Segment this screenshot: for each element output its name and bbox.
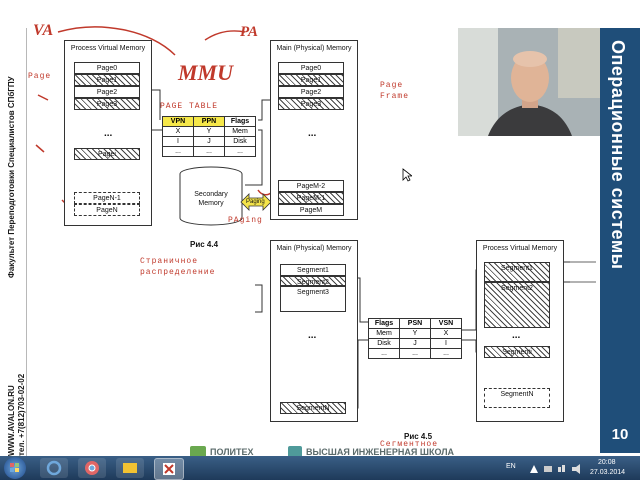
mouse-cursor-icon [402, 168, 412, 182]
main-page-1: Page1 [278, 74, 344, 86]
pvm-page-i: Pagei [74, 148, 140, 160]
st-cell: ... [368, 348, 400, 359]
paging-arrow-label: Paging [246, 199, 265, 205]
taskbar-explorer-button[interactable] [116, 458, 144, 478]
lecturer-video-icon [458, 28, 600, 136]
pt-cell: J [193, 136, 225, 147]
seg-pvm-ellipsis: ... [512, 330, 521, 341]
pt-cell: ... [162, 146, 194, 157]
page-table-label: PAGE TABLE [160, 102, 219, 111]
pt-cell: Disk [224, 136, 256, 147]
taskbar-ie-button[interactable] [40, 458, 68, 478]
st-cell: Mem [368, 328, 400, 339]
clock-date[interactable]: 27.03.2014 [590, 469, 625, 476]
main-page-m-2: PageM-2 [278, 180, 344, 192]
folder-icon [123, 463, 137, 473]
seg-pvm-title: Process Virtual Memory [482, 245, 558, 252]
segment-annotation: Сегментное [380, 440, 439, 449]
st-cell: ... [399, 348, 431, 359]
tray-icons [530, 464, 580, 474]
secondary-memory-label: Secondary Memory [194, 191, 228, 207]
page-table: VPN PPN Flags X Y Mem I J Disk ... ... .… [162, 116, 256, 157]
pt-cell: ... [224, 146, 256, 157]
seg-pvm-segment-n: SegmentN [484, 388, 550, 408]
st-cell: J [399, 338, 431, 349]
seg-main-segment-3: Segment3 [280, 286, 346, 312]
taskbar-chrome-button[interactable] [78, 458, 106, 478]
pt-header-flags: Flags [224, 116, 256, 127]
pvm-page-1: Page1 [74, 74, 140, 86]
st-cell: Y [399, 328, 431, 339]
segment-table: Flags PSN VSN Mem Y X Disk J I ... ... .… [368, 318, 462, 359]
internet-explorer-icon [46, 460, 62, 476]
main-page-m: PageM [278, 204, 344, 216]
taskbar-app-button[interactable] [154, 458, 184, 480]
pvm-page-0: Page0 [74, 62, 140, 74]
pvm-page-n: PageN [74, 204, 140, 216]
figure-4-4-caption: Рис 4.4 [190, 240, 219, 249]
st-header-vsn: VSN [430, 318, 462, 329]
language-indicator[interactable]: EN [506, 463, 516, 470]
seg-main-segment-2: Segment2 [280, 276, 346, 286]
pvm-page-n-1: PageN-1 [74, 192, 140, 204]
main-page-3: Page3 [278, 98, 344, 110]
seg-main-segment-1: Segment1 [280, 264, 346, 276]
seg-pvm-segment-2: Segment2 [484, 282, 550, 328]
windows-taskbar: EN 20:08 27.03.2014 [0, 456, 640, 480]
page-annotation: Page [28, 72, 52, 81]
pt-cell: Mem [224, 126, 256, 137]
seg-main-title: Main (Physical) Memory [276, 245, 352, 252]
pt-cell: ... [193, 146, 225, 157]
webcam-video [458, 28, 600, 136]
seg-pvm-segment-1: Segment1 [484, 262, 550, 282]
pt-header-vpn: VPN [162, 116, 194, 127]
main-page-2: Page2 [278, 86, 344, 98]
main-title: Main (Physical) Memory [276, 45, 352, 52]
pvm-page-2: Page2 [74, 86, 140, 98]
pt-header-ppn: PPN [193, 116, 225, 127]
pvm-ellipsis: ... [104, 128, 113, 139]
pt-cell: Y [193, 126, 225, 137]
page-frame-annotation: Page Frame [380, 81, 410, 101]
main-page-0: Page0 [278, 62, 344, 74]
windows-logo-icon [10, 463, 19, 472]
main-ellipsis: ... [308, 128, 317, 139]
pvm-title: Process Virtual Memory [70, 45, 146, 52]
clock-time[interactable]: 20:08 [598, 459, 616, 466]
main-page-m-1: PageM-1 [278, 192, 344, 204]
app-icon [163, 463, 175, 475]
paged-distribution-annotation: Страничное распределение [140, 257, 216, 277]
seg-pvm-segment-i: Segmenti [484, 346, 550, 358]
seg-main-segment-n: SegmentN [280, 402, 346, 414]
st-header-flags: Flags [368, 318, 400, 329]
chrome-icon [85, 461, 99, 475]
pvm-page-3: Page3 [74, 98, 140, 110]
system-tray-icons[interactable] [528, 462, 588, 474]
st-cell: I [430, 338, 462, 349]
st-cell: X [430, 328, 462, 339]
pt-cell: I [162, 136, 194, 147]
seg-main-ellipsis: ... [308, 330, 317, 341]
st-cell: Disk [368, 338, 400, 349]
start-button[interactable] [4, 457, 26, 479]
pt-cell: X [162, 126, 194, 137]
st-header-psn: PSN [399, 318, 431, 329]
st-cell: ... [430, 348, 462, 359]
paging-annotation: PAging [228, 216, 263, 225]
